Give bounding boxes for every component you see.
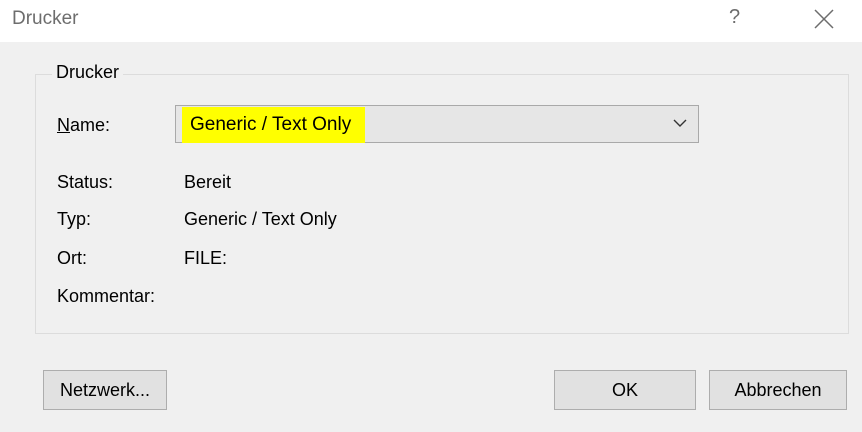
printer-name-selected-value: Generic / Text Only	[182, 107, 366, 143]
print-dialog: Drucker ? Drucker Name: Generic / Text O…	[0, 0, 862, 432]
ok-button[interactable]: OK	[554, 370, 696, 410]
close-icon[interactable]	[812, 7, 836, 31]
comment-label: Kommentar:	[57, 286, 156, 306]
dialog-body: Drucker Name: Generic / Text Only Status…	[0, 42, 862, 432]
name-label: Name:	[57, 115, 110, 136]
window-title: Drucker	[12, 8, 79, 29]
printer-name-select[interactable]: Generic / Text Only	[175, 105, 699, 143]
title-bar: Drucker ?	[0, 0, 862, 42]
name-label-mnemonic: N	[57, 115, 70, 135]
type-label: Typ:	[57, 209, 92, 229]
status-value: Bereit	[184, 172, 232, 192]
printer-group-legend: Drucker	[52, 62, 124, 83]
network-button[interactable]: Netzwerk...	[43, 370, 167, 410]
location-label: Ort:	[57, 248, 87, 268]
status-label: Status:	[57, 172, 114, 192]
type-value: Generic / Text Only	[184, 209, 337, 229]
chevron-down-icon	[673, 119, 687, 127]
name-label-rest: ame:	[70, 115, 111, 135]
location-value: FILE:	[184, 248, 228, 268]
help-button[interactable]: ?	[729, 6, 740, 29]
cancel-button[interactable]: Abbrechen	[709, 370, 847, 410]
